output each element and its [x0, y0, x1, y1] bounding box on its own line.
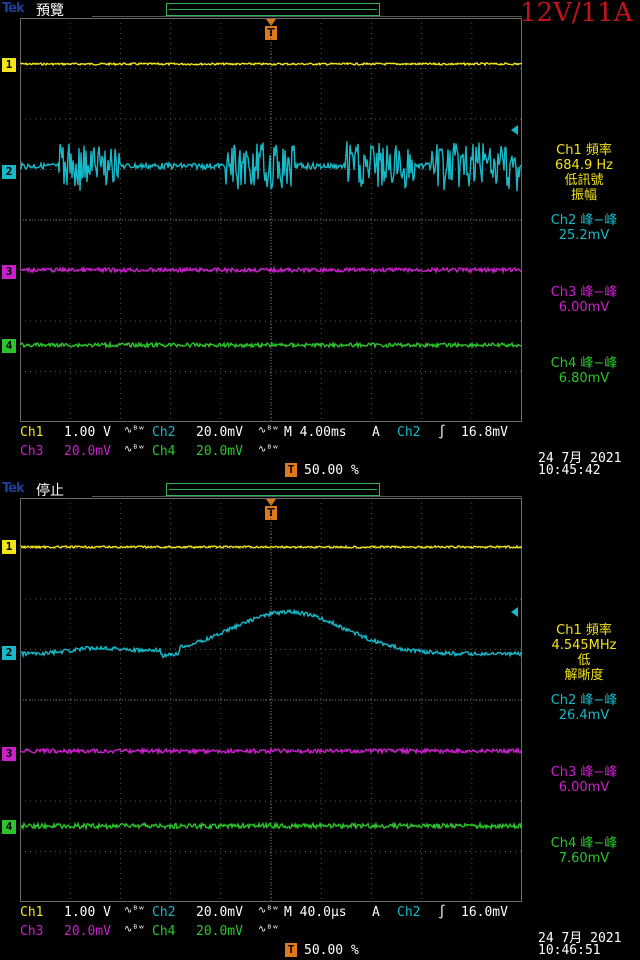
ch3-scale-label: Ch3: [20, 444, 44, 459]
ch1-trace: [20, 544, 522, 550]
ch2-bw-icon: ∿ᴮʷ: [258, 425, 279, 436]
ch2-measurement: Ch2 峰−峰 25.2mV: [550, 213, 618, 243]
time: 10:45:42: [538, 463, 601, 478]
ch2-scale: 20.0mV: [196, 905, 243, 920]
trigger-level-marker: [511, 607, 518, 617]
ch3-marker: 3: [2, 265, 21, 279]
ch3-bw-icon: ∿ᴮʷ: [124, 444, 145, 455]
ch4-trace: [20, 820, 522, 831]
ch4-scale-label: Ch4: [152, 924, 176, 939]
graticule: [20, 498, 522, 902]
trigger-level-marker: [511, 125, 518, 135]
timebase: M 40.0µs: [284, 905, 347, 920]
ch2-scale: 20.0mV: [196, 425, 243, 440]
timebase: M 4.00ms: [284, 425, 347, 440]
ch2-marker: 2: [2, 646, 21, 660]
scale-readout: Ch1 1.00 V ∿ᴮʷ Ch2 20.0mV ∿ᴮʷ M 40.0µs A…: [0, 903, 640, 960]
scope-screen-1: Tek 預覽 12V/11A T 1 2 3 4 Ch1 頻率 684.9 Hz…: [0, 0, 640, 480]
acquire-mode: A: [372, 905, 380, 920]
trigger-slope-icon: ∫: [438, 905, 446, 920]
trigger-source: Ch2: [397, 425, 421, 440]
time: 10:46:51: [538, 943, 601, 958]
ch1-scale: 1.00 V: [64, 905, 111, 920]
ch2-scale-label: Ch2: [152, 425, 176, 440]
ch4-scale: 20.0mV: [196, 924, 243, 939]
ch1-bw-icon: ∿ᴮʷ: [124, 905, 145, 916]
header-bar: Tek 停止: [0, 480, 640, 499]
ch4-bw-icon: ∿ᴮʷ: [258, 444, 279, 455]
ch3-scale-label: Ch3: [20, 924, 44, 939]
acquisition-state: 停止: [36, 483, 64, 499]
trigger-level: 16.8mV: [461, 425, 508, 440]
ch2-bw-icon: ∿ᴮʷ: [258, 905, 279, 916]
ch3-marker: 3: [2, 747, 21, 761]
ch3-scale: 20.0mV: [64, 444, 111, 459]
ch3-scale: 20.0mV: [64, 924, 111, 939]
ch2-measurement: Ch2 峰−峰 26.4mV: [550, 693, 618, 723]
ch1-measurement: Ch1 頻率 684.9 Hz 低訊號 振幅: [555, 143, 613, 203]
ch2-marker: 2: [2, 165, 21, 179]
ch1-bw-icon: ∿ᴮʷ: [124, 425, 145, 436]
acquire-mode: A: [372, 425, 380, 440]
ch4-marker: 4: [2, 339, 21, 353]
ch4-scale-label: Ch4: [152, 444, 176, 459]
graticule: [20, 18, 522, 422]
tek-logo: Tek: [2, 1, 25, 16]
trigger-position: 50.00 %: [304, 463, 359, 478]
ch1-scale-label: Ch1: [20, 425, 44, 440]
ch2-scale-label: Ch2: [152, 905, 176, 920]
trigger-position: 50.00 %: [304, 943, 359, 958]
ch4-bw-icon: ∿ᴮʷ: [258, 924, 279, 935]
trigger-pos-t-icon: T: [285, 943, 297, 957]
trigger-slope-icon: ∫: [438, 425, 446, 440]
scale-readout: Ch1 1.00 V ∿ᴮʷ Ch2 20.0mV ∿ᴮʷ M 4.00ms A…: [0, 423, 640, 480]
trigger-pos-t-icon: T: [285, 463, 297, 477]
ch3-measurement: Ch3 峰−峰 6.00mV: [550, 285, 618, 315]
ch3-trace: [20, 265, 522, 275]
ch3-bw-icon: ∿ᴮʷ: [124, 924, 145, 935]
ch1-marker: 1: [2, 58, 21, 72]
ch1-scale: 1.00 V: [64, 425, 111, 440]
ch4-marker: 4: [2, 820, 21, 834]
ch1-scale-label: Ch1: [20, 905, 44, 920]
acquisition-state: 預覽: [36, 3, 64, 19]
scope-screen-2: Tek 停止 T 1 2 3 4 Ch1 頻率 4.545MHz 低 解晰度 C…: [0, 480, 640, 960]
ch3-measurement: Ch3 峰−峰 6.00mV: [550, 765, 618, 795]
trigger-source: Ch2: [397, 905, 421, 920]
trigger-level: 16.0mV: [461, 905, 508, 920]
page-title: 12V/11A: [520, 0, 633, 28]
tek-logo: Tek: [2, 481, 25, 496]
ch4-measurement: Ch4 峰−峰 6.80mV: [550, 356, 618, 386]
header-bar: Tek 預覽 12V/11A: [0, 0, 640, 28]
ch1-marker: 1: [2, 540, 21, 554]
ch3-trace: [20, 746, 522, 756]
ch4-measurement: Ch4 峰−峰 7.60mV: [550, 836, 618, 866]
ch4-scale: 20.0mV: [196, 444, 243, 459]
ch1-measurement: Ch1 頻率 4.545MHz 低 解晰度: [551, 623, 617, 683]
